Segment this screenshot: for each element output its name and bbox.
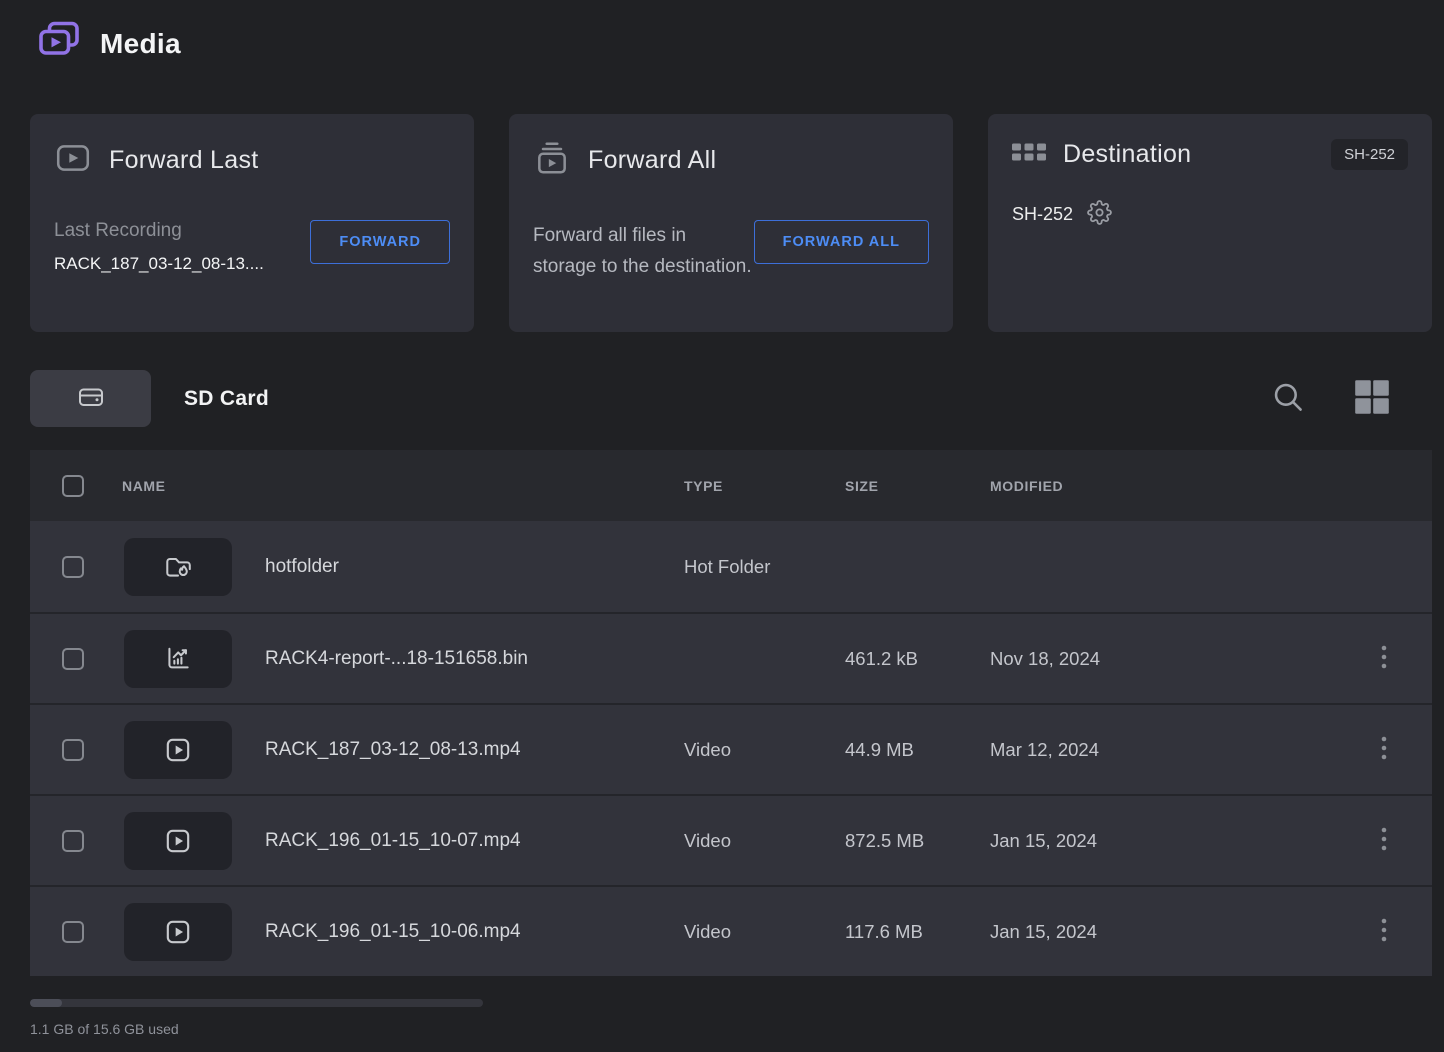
forward-button[interactable]: FORWARD [310,220,450,264]
video-icon [163,917,193,947]
file-icon-tile [124,812,232,870]
row-checkbox[interactable] [62,648,84,670]
card-title: Destination [1063,140,1314,169]
file-modified: Jan 15, 2024 [990,921,1364,943]
video-icon [163,826,193,856]
hot-folder-icon [163,552,193,582]
last-recording-label: Last Recording [54,220,264,242]
destination-badge: SH-252 [1331,139,1408,170]
file-modified: Mar 12, 2024 [990,739,1364,761]
forward-all-description: Forward all files in storage to the dest… [533,220,754,283]
row-menu-button[interactable] [1364,820,1404,861]
file-name: RACK_187_03-12_08-13.mp4 [265,739,684,761]
row-checkbox[interactable] [62,921,84,943]
file-size: 461.2 kB [845,648,990,670]
forward-all-icon [533,139,571,182]
table-row[interactable]: hotfolder Hot Folder [30,521,1432,612]
media-icon [36,18,82,69]
storage-title: SD Card [184,387,1272,411]
table-header: NAME TYPE SIZE MODIFIED [30,450,1432,521]
page-header: Media [36,18,181,69]
grid-view-toggle[interactable] [1354,379,1390,418]
row-checkbox[interactable] [62,739,84,761]
storage-usage-fill [30,999,62,1007]
file-name: hotfolder [265,556,684,578]
last-recording-filename: RACK_187_03-12_08-13.... [54,254,264,274]
file-size: 117.6 MB [845,921,990,943]
page-title: Media [100,28,181,60]
report-chart-icon [163,644,193,674]
file-name: RACK4-report-...18-151658.bin [265,648,684,670]
file-size: 44.9 MB [845,739,990,761]
row-menu-button[interactable] [1364,638,1404,679]
row-menu-button[interactable] [1364,729,1404,770]
file-modified: Jan 15, 2024 [990,830,1364,852]
search-icon [1272,381,1304,416]
column-header-name: NAME [122,478,684,494]
column-header-modified: MODIFIED [990,478,1432,494]
select-all-checkbox[interactable] [62,475,84,497]
destination-settings-button[interactable] [1087,200,1112,228]
play-frame-icon [54,139,92,182]
file-type: Video [684,739,845,761]
table-body: hotfolder Hot Folder [30,521,1432,976]
video-icon [163,735,193,765]
file-icon-tile [124,721,232,779]
file-table: NAME TYPE SIZE MODIFIED [30,450,1432,976]
kebab-icon [1380,644,1388,673]
gear-icon [1087,200,1112,228]
kebab-icon [1380,917,1388,946]
file-type: Video [684,921,845,943]
table-row[interactable]: RACK_187_03-12_08-13.mp4 Video 44.9 MB M… [30,703,1432,794]
table-row[interactable]: RACK_196_01-15_10-06.mp4 Video 117.6 MB … [30,885,1432,976]
row-checkbox[interactable] [62,556,84,578]
forward-all-button[interactable]: FORWARD ALL [754,220,929,264]
file-type: Hot Folder [684,556,845,578]
column-header-type: TYPE [684,478,845,494]
table-row[interactable]: RACK_196_01-15_10-07.mp4 Video 872.5 MB … [30,794,1432,885]
action-cards: Forward Last Last Recording RACK_187_03-… [30,114,1432,332]
forward-last-card: Forward Last Last Recording RACK_187_03-… [30,114,474,332]
file-icon-tile [124,630,232,688]
file-modified: Nov 18, 2024 [990,648,1364,670]
sd-card-tab[interactable] [30,370,151,427]
card-title: Forward All [588,146,929,175]
file-name: RACK_196_01-15_10-06.mp4 [265,921,684,943]
destination-card: Destination SH-252 SH-252 [988,114,1432,332]
file-name: RACK_196_01-15_10-07.mp4 [265,830,684,852]
grid-view-icon [1354,379,1390,418]
column-header-size: SIZE [845,478,990,494]
last-recording-info: Last Recording RACK_187_03-12_08-13.... [54,220,264,274]
storage-usage-text: 1.1 GB of 15.6 GB used [30,1021,179,1037]
file-type: Video [684,830,845,852]
row-checkbox[interactable] [62,830,84,852]
media-page: Media Forward Last Last Recording RACK_1… [0,0,1444,1052]
file-size: 872.5 MB [845,830,990,852]
grid-dots-icon [1012,140,1046,169]
row-menu-button[interactable] [1364,911,1404,952]
file-icon-tile [124,538,232,596]
card-title: Forward Last [109,146,450,175]
storage-toolbar: SD Card [30,370,1432,427]
sd-slot-icon [77,383,105,414]
forward-all-card: Forward All Forward all files in storage… [509,114,953,332]
destination-name: SH-252 [1012,204,1073,225]
table-row[interactable]: RACK4-report-...18-151658.bin 461.2 kB N… [30,612,1432,703]
search-button[interactable] [1272,381,1304,416]
storage-usage-bar [30,999,483,1007]
file-icon-tile [124,903,232,961]
kebab-icon [1380,735,1388,764]
kebab-icon [1380,826,1388,855]
